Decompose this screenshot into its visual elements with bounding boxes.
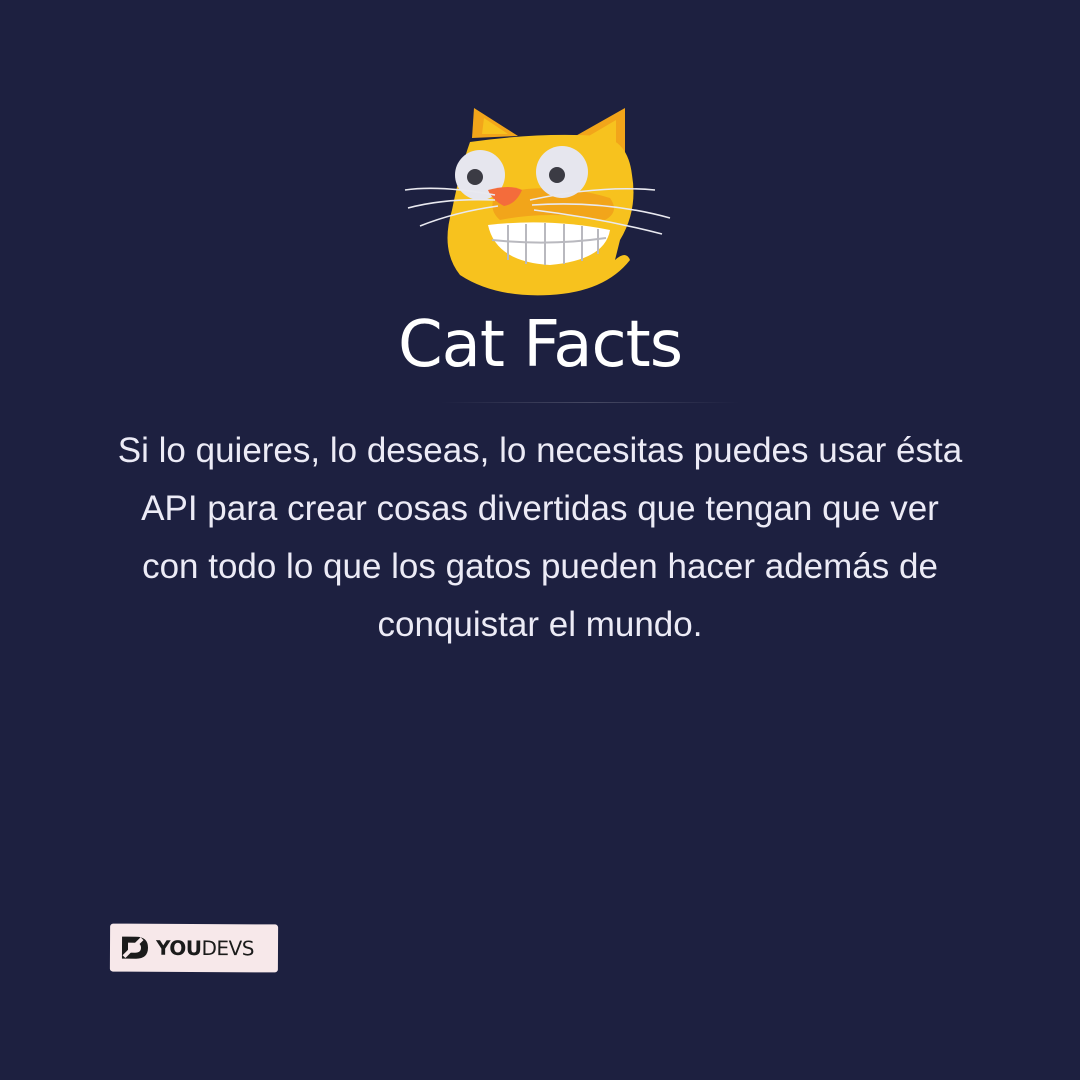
- brand-name-light: DEVS: [201, 936, 254, 961]
- grinning-cat-face-icon: [404, 108, 671, 296]
- description-text: Si lo quieres, lo deseas, lo necesitas p…: [117, 431, 963, 644]
- brand-name-strong: YOU: [155, 935, 202, 961]
- title-divider: [440, 402, 740, 403]
- page-title: Cat Facts: [397, 308, 683, 382]
- youdevs-logo-icon: [121, 936, 149, 959]
- brand-badge: YOUDEVS: [109, 923, 279, 973]
- brand-name: YOUDEVS: [156, 936, 254, 961]
- slide: Cat Facts Si lo quieres, lo deseas, lo n…: [0, 0, 1080, 1080]
